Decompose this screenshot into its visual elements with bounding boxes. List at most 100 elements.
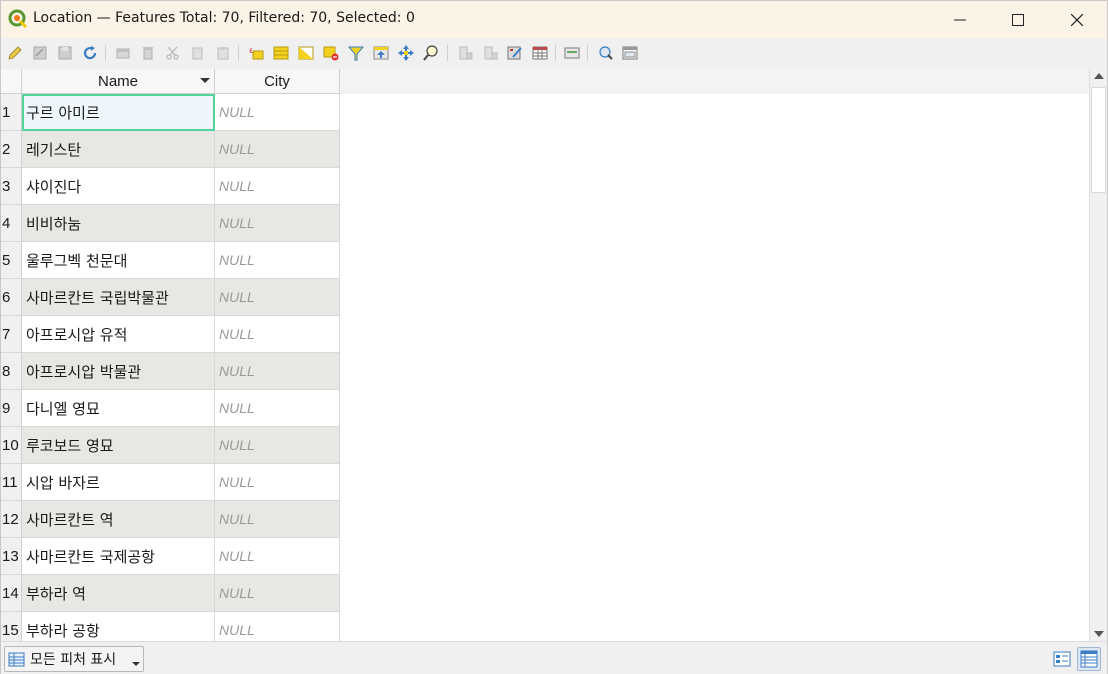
cell-city[interactable]: NULL (215, 279, 340, 316)
row-number[interactable]: 13 (1, 538, 22, 575)
pan-to-selected-button[interactable] (396, 43, 416, 63)
row-number[interactable]: 7 (1, 316, 22, 353)
cell-name[interactable]: 구르 아미르 (22, 94, 215, 131)
conditional-formatting-button[interactable] (530, 43, 550, 63)
scissors-icon (166, 46, 179, 60)
zoom-to-selected-button[interactable] (421, 43, 441, 63)
row-number[interactable]: 11 (1, 464, 22, 501)
dock-table-button[interactable] (595, 43, 615, 63)
row-number[interactable]: 14 (1, 575, 22, 612)
scroll-down-icon[interactable] (1094, 631, 1104, 637)
copy-button[interactable] (188, 43, 208, 63)
cell-name[interactable]: 울루그벡 천문대 (22, 242, 215, 279)
cell-city[interactable]: NULL (215, 316, 340, 353)
table-row[interactable]: 9 다니엘 영묘 NULL (1, 390, 340, 427)
field-calculator-button[interactable] (505, 43, 525, 63)
cell-city[interactable]: NULL (215, 205, 340, 242)
row-number[interactable]: 8 (1, 353, 22, 390)
deselect-all-button[interactable] (321, 43, 341, 63)
vertical-scrollbar[interactable] (1089, 69, 1107, 641)
scroll-up-icon[interactable] (1094, 73, 1104, 79)
close-button[interactable] (1048, 1, 1106, 38)
table-row[interactable]: 6 사마르칸트 국립박물관 NULL (1, 279, 340, 316)
cell-city[interactable]: NULL (215, 538, 340, 575)
table-row[interactable]: 13 사마르칸트 국제공항 NULL (1, 538, 340, 575)
cell-name[interactable]: 레기스탄 (22, 131, 215, 168)
table-row[interactable]: 8 아프로시압 박물관 NULL (1, 353, 340, 390)
delete-selected-button[interactable] (138, 43, 158, 63)
row-number[interactable]: 10 (1, 427, 22, 464)
cell-city[interactable]: NULL (215, 612, 340, 641)
delete-field-button[interactable] (480, 43, 500, 63)
select-by-expression-button[interactable]: ε (246, 43, 266, 63)
cell-city[interactable]: NULL (215, 131, 340, 168)
row-number[interactable]: 1 (1, 94, 22, 131)
organize-columns-button[interactable] (620, 43, 640, 63)
cell-name[interactable]: 사마르칸트 국립박물관 (22, 279, 215, 316)
row-number[interactable]: 2 (1, 131, 22, 168)
row-number[interactable]: 4 (1, 205, 22, 242)
cell-city[interactable]: NULL (215, 94, 340, 131)
table-row[interactable]: 3 샤이진다 NULL (1, 168, 340, 205)
row-number[interactable]: 12 (1, 501, 22, 538)
invert-selection-button[interactable] (296, 43, 316, 63)
table-corner[interactable] (1, 69, 22, 94)
cell-city[interactable]: NULL (215, 353, 340, 390)
form-view-button[interactable] (1050, 647, 1074, 671)
cell-name[interactable]: 루코보드 영묘 (22, 427, 215, 464)
filter-select-button[interactable] (346, 43, 366, 63)
cell-name[interactable]: 부하라 공항 (22, 612, 215, 641)
table-row[interactable]: 10 루코보드 영묘 NULL (1, 427, 340, 464)
column-header-city[interactable]: City (215, 69, 340, 94)
table-row[interactable]: 5 울루그벡 천문대 NULL (1, 242, 340, 279)
title-bar: Location — Features Total: 70, Filtered:… (1, 1, 1107, 38)
cell-city[interactable]: NULL (215, 168, 340, 205)
cell-name[interactable]: 비비하눔 (22, 205, 215, 242)
cell-name[interactable]: 아프로시압 박물관 (22, 353, 215, 390)
paste-button[interactable] (213, 43, 233, 63)
save-edits-button[interactable] (55, 43, 75, 63)
multi-edit-button[interactable] (30, 43, 50, 63)
row-number[interactable]: 9 (1, 390, 22, 427)
table-row[interactable]: 11 시압 바자르 NULL (1, 464, 340, 501)
row-number[interactable]: 15 (1, 612, 22, 641)
cell-name[interactable]: 아프로시압 유적 (22, 316, 215, 353)
table-row[interactable]: 1 구르 아미르 NULL (1, 94, 340, 131)
reload-table-button[interactable] (80, 43, 100, 63)
new-field-button[interactable] (455, 43, 475, 63)
table-row[interactable]: 14 부하라 역 NULL (1, 575, 340, 612)
row-number[interactable]: 3 (1, 168, 22, 205)
table-row[interactable]: 15 부하라 공항 NULL (1, 612, 340, 641)
cell-city[interactable]: NULL (215, 390, 340, 427)
cut-button[interactable] (163, 43, 183, 63)
cell-name[interactable]: 사마르칸트 국제공항 (22, 538, 215, 575)
minimize-button[interactable] (931, 1, 989, 38)
cell-name[interactable]: 샤이진다 (22, 168, 215, 205)
toggle-editing-button[interactable] (5, 43, 25, 63)
table-view-button[interactable] (1077, 647, 1101, 671)
row-number[interactable]: 6 (1, 279, 22, 316)
row-number[interactable]: 5 (1, 242, 22, 279)
cell-city[interactable]: NULL (215, 427, 340, 464)
table-row[interactable]: 7 아프로시압 유적 NULL (1, 316, 340, 353)
show-features-filter-button[interactable]: 모든 피처 표시 (4, 646, 144, 672)
column-header-name[interactable]: Name (22, 69, 215, 94)
add-feature-icon (116, 48, 130, 59)
add-feature-button[interactable] (113, 43, 133, 63)
table-row[interactable]: 12 사마르칸트 역 NULL (1, 501, 340, 538)
cell-name[interactable]: 사마르칸트 역 (22, 501, 215, 538)
cell-city[interactable]: NULL (215, 242, 340, 279)
scrollbar-thumb[interactable] (1091, 87, 1106, 193)
actions-button[interactable] (562, 43, 582, 63)
cell-name[interactable]: 부하라 역 (22, 575, 215, 612)
move-selection-top-button[interactable] (371, 43, 391, 63)
table-row[interactable]: 4 비비하눔 NULL (1, 205, 340, 242)
select-all-button[interactable] (271, 43, 291, 63)
cell-name[interactable]: 다니엘 영묘 (22, 390, 215, 427)
cell-city[interactable]: NULL (215, 575, 340, 612)
cell-city[interactable]: NULL (215, 464, 340, 501)
cell-city[interactable]: NULL (215, 501, 340, 538)
table-row[interactable]: 2 레기스탄 NULL (1, 131, 340, 168)
cell-name[interactable]: 시압 바자르 (22, 464, 215, 501)
maximize-button[interactable] (989, 1, 1047, 38)
